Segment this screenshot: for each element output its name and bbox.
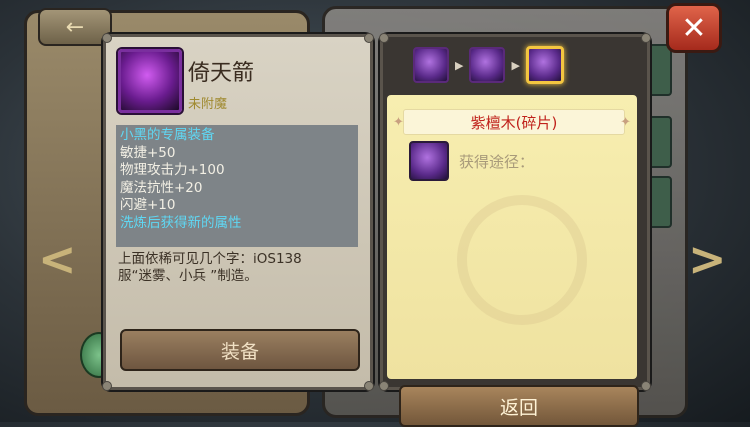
nav-left-arrow[interactable]: < bbox=[38, 236, 77, 282]
stat-line: 魔法抗性+20 bbox=[120, 179, 203, 196]
desc-line: 服“迷雾、小兵 ”制造。 bbox=[118, 268, 258, 284]
item-description: 上面依稀可见几个字：iOS138 服“迷雾、小兵 ”制造。 bbox=[118, 251, 358, 285]
item-stats-box: 小黑的专属装备 敏捷+50 物理攻击力+100 魔法抗性+20 闪避+10 洗炼… bbox=[116, 125, 358, 247]
item-enchant-status: 未附魔 bbox=[188, 97, 228, 112]
close-icon: ✕ bbox=[681, 10, 707, 46]
source-scroll: 紫檀木(碎片) ✦ ✦ 获得途径： 返回 bbox=[387, 95, 639, 427]
breadcrumb-item-icon[interactable] bbox=[413, 47, 449, 83]
rivet-icon bbox=[364, 381, 374, 391]
stat-line: 闪避+10 bbox=[120, 197, 176, 213]
item-name: 倚天箭 bbox=[188, 61, 255, 86]
breadcrumb-item-selected-icon[interactable] bbox=[525, 46, 564, 84]
rivet-icon bbox=[102, 381, 112, 391]
rivet-icon bbox=[379, 381, 389, 391]
breadcrumb-item-icon[interactable] bbox=[469, 47, 506, 83]
material-breadcrumb: ▶ ▶ bbox=[383, 37, 647, 93]
breadcrumb-arrow-icon: ▶ bbox=[455, 58, 464, 72]
back-arrow-button[interactable]: ← bbox=[38, 8, 112, 46]
rivet-icon bbox=[364, 33, 374, 43]
item-detail-panel: 倚天箭 未附魔 小黑的专属装备 敏捷+50 物理攻击力+100 魔法抗性+20 … bbox=[102, 33, 374, 391]
item-arrow-icon bbox=[118, 49, 182, 113]
nav-right-arrow[interactable]: > bbox=[688, 236, 727, 282]
source-title-bar: 紫檀木(碎片) bbox=[403, 109, 625, 135]
stat-line: 敏捷+50 bbox=[120, 144, 176, 161]
return-button[interactable]: 返回 bbox=[399, 385, 639, 427]
equip-button[interactable]: 装备 bbox=[120, 329, 360, 371]
flourish-icon: ✦ bbox=[393, 115, 404, 130]
breadcrumb-arrow-icon: ▶ bbox=[511, 58, 520, 72]
close-button[interactable]: ✕ bbox=[666, 3, 722, 53]
desc-line: 上面依稀可见几个字：iOS138 bbox=[118, 251, 302, 267]
stat-line: 小黑的专属装备 bbox=[120, 127, 215, 143]
material-source-panel: ▶ ▶ 紫檀木(碎片) ✦ ✦ 获得途径： 返回 bbox=[379, 33, 651, 427]
obtain-source-label: 获得途径： bbox=[459, 153, 535, 171]
rivet-icon bbox=[641, 381, 651, 391]
rivet-icon bbox=[102, 33, 112, 43]
flourish-icon: ✦ bbox=[620, 115, 631, 130]
source-title: 紫檀木(碎片) bbox=[470, 113, 558, 132]
emblem-ring-decoration bbox=[457, 195, 587, 325]
stat-line: 洗炼后获得新的属性 bbox=[120, 214, 242, 231]
stat-line: 物理攻击力+100 bbox=[120, 162, 225, 178]
material-fragment-icon bbox=[409, 141, 449, 181]
